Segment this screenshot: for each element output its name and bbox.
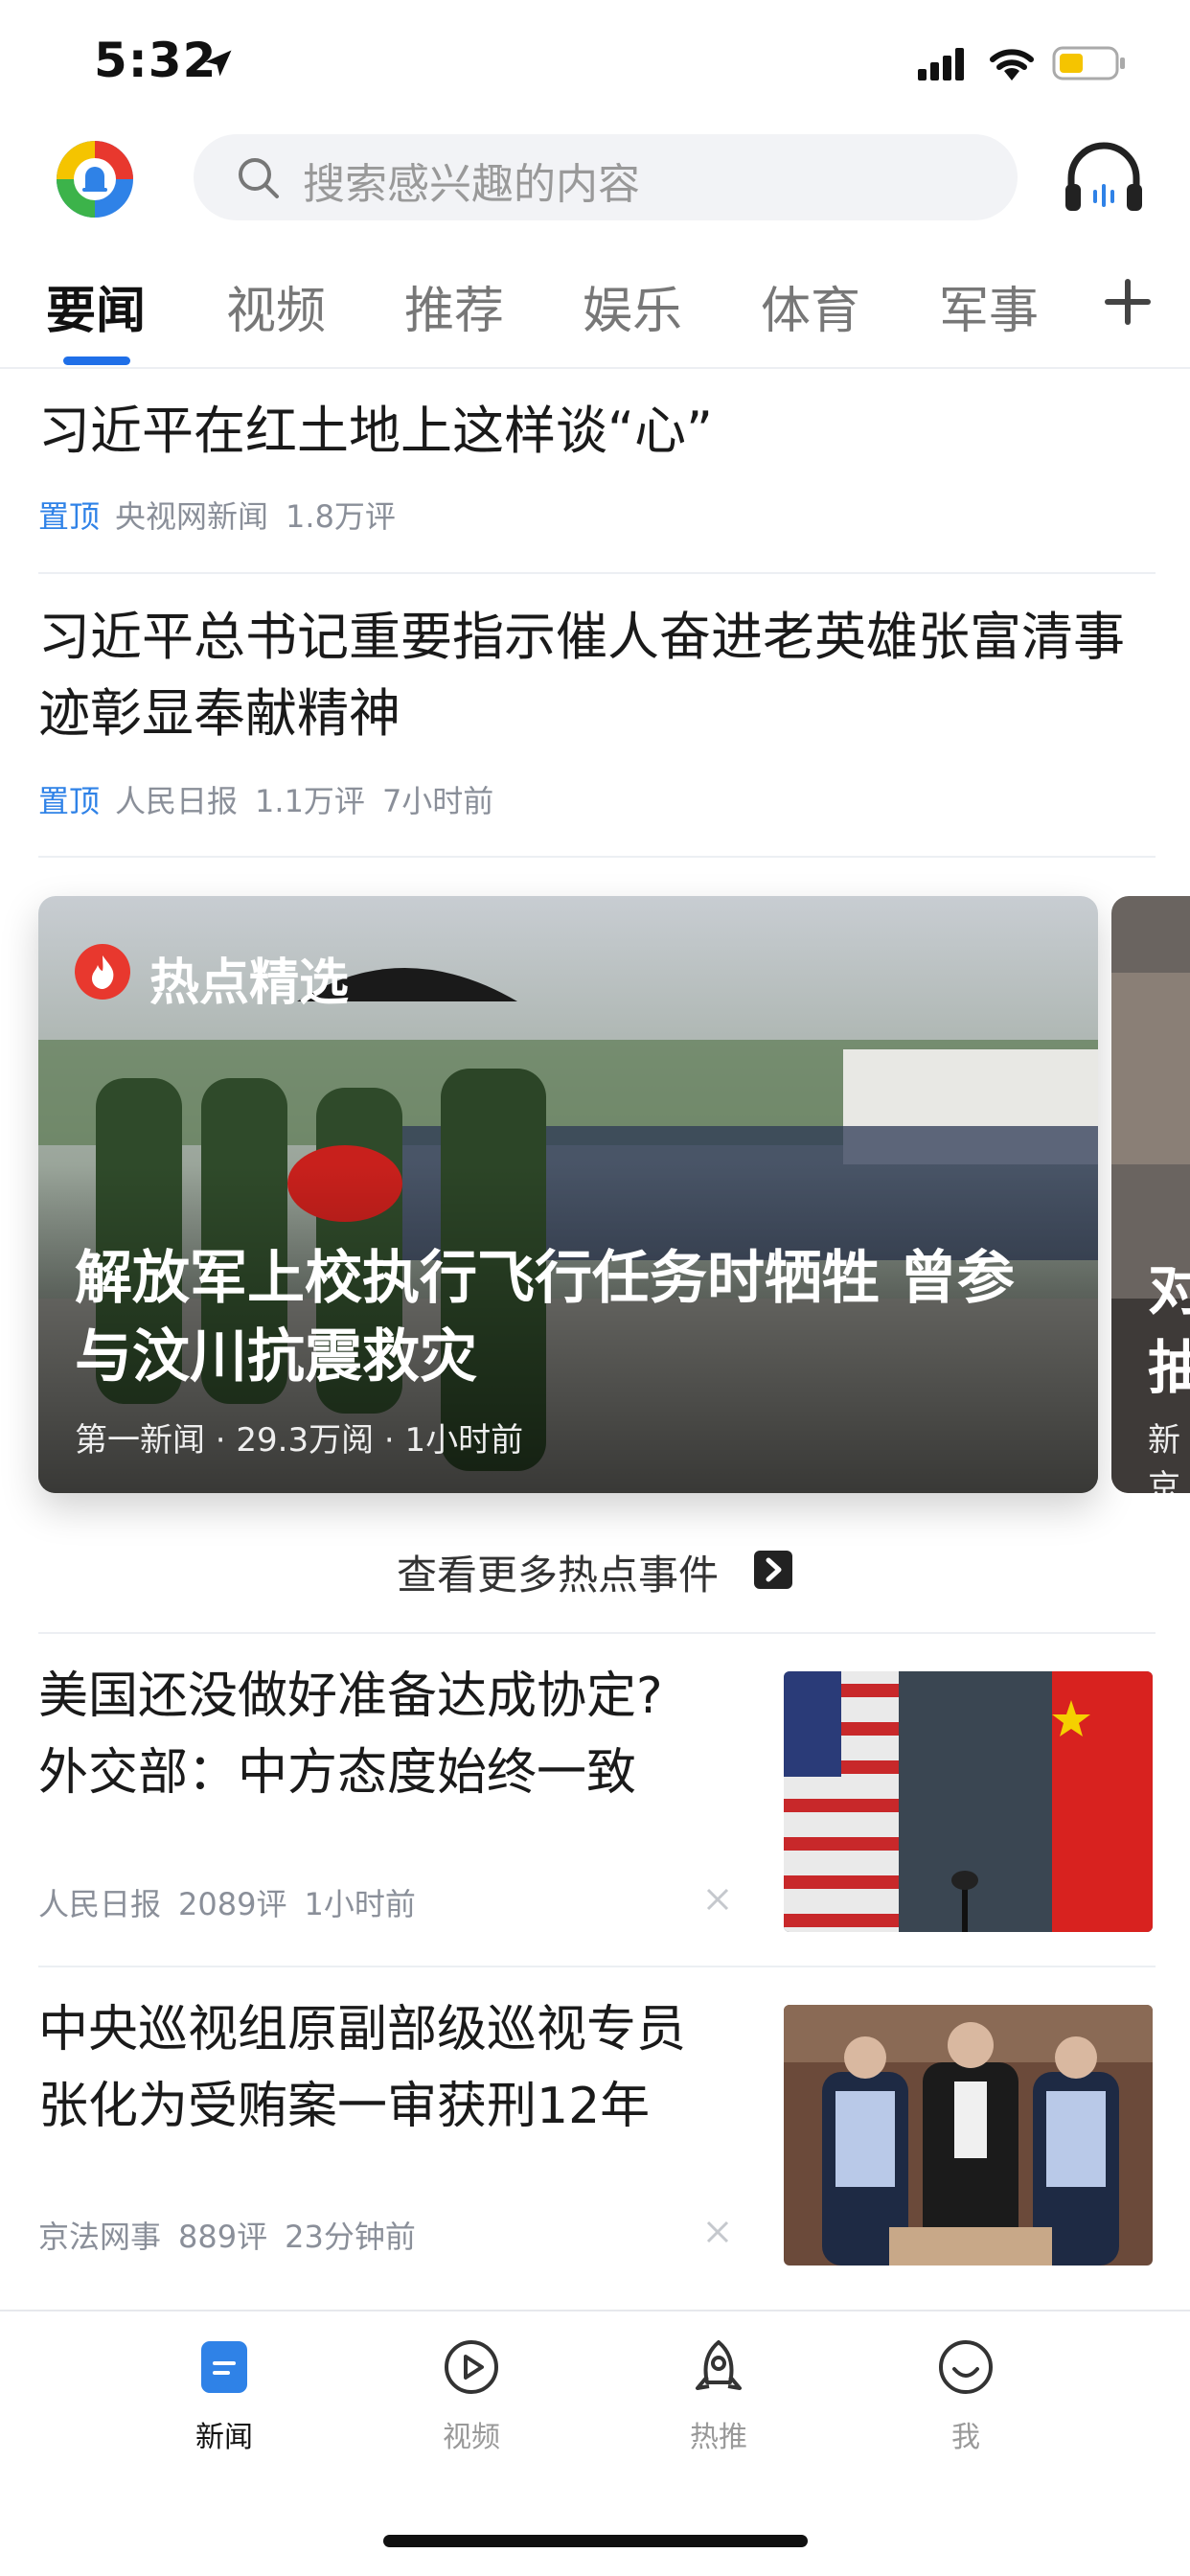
hot-topic-card-next[interactable]: 对 抽 新京 — [1111, 896, 1190, 1493]
article-thumbnail[interactable] — [784, 2005, 1153, 2266]
search-input[interactable]: 搜索感兴趣的内容 — [303, 150, 640, 211]
tab-military[interactable]: 军事 — [939, 270, 1039, 342]
article-title[interactable]: 美国还没做好准备达成协定?外交部：中方态度始终一致 — [38, 1658, 709, 1811]
article-source: 人民日报 — [38, 1886, 162, 1922]
status-time: 5:32 — [94, 33, 217, 88]
tab-entertainment[interactable]: 娱乐 — [583, 270, 682, 342]
article-comments: 1.8万评 — [286, 498, 396, 535]
article-comments: 1.1万评 — [255, 783, 365, 819]
nav-video-label: 视频 — [443, 2421, 500, 2454]
cellular-signal-icon — [918, 48, 972, 84]
chevron-right-icon[interactable] — [754, 1551, 792, 1589]
hot-badge-label: 热点精选 — [149, 954, 350, 1012]
article-meta: 置顶 人民日报 1.1万评 7小时前 — [38, 777, 511, 821]
divider — [38, 1966, 1156, 1967]
fire-icon — [75, 944, 130, 1000]
article-source: 央视网新闻 — [115, 498, 269, 535]
tab-headlines[interactable]: 要闻 — [46, 270, 146, 342]
tabs-divider — [0, 367, 1190, 369]
article-comments: 889评 — [178, 2219, 268, 2255]
headphones-icon[interactable] — [1064, 142, 1144, 215]
article-thumbnail[interactable] — [784, 1671, 1153, 1932]
article-comments: 2089评 — [178, 1886, 287, 1922]
article-time: 7小时前 — [381, 783, 494, 819]
hot-topic-card[interactable]: 热点精选 解放军上校执行飞行任务时牺牲 曾参与汶川抗震救灾 第一新闻 · 29.… — [38, 896, 1098, 1493]
divider — [38, 1632, 1156, 1634]
article-time: 1小时前 — [304, 1886, 416, 1922]
dismiss-icon[interactable] — [703, 1885, 732, 1914]
divider — [38, 856, 1156, 858]
app-logo-icon — [57, 141, 133, 218]
tab-sports[interactable]: 体育 — [761, 270, 860, 342]
next-card-meta: 新京 — [1148, 1421, 1180, 1493]
nav-trending-label: 热推 — [690, 2421, 747, 2454]
article-title[interactable]: 中央巡视组原副部级巡视专员张化为受贿案一审获刑12年 — [38, 1991, 709, 2145]
article-source: 京法网事 — [38, 2219, 162, 2255]
smiley-icon — [939, 2340, 993, 2394]
bottom-nav-divider — [0, 2310, 1190, 2312]
hot-meta: 第一新闻 · 29.3万阅 · 1小时前 — [75, 1421, 524, 1460]
pinned-label: 置顶 — [38, 783, 101, 819]
more-hot-events-link[interactable]: 查看更多热点事件 — [397, 1543, 719, 1601]
active-tab-indicator — [63, 356, 130, 365]
article-title[interactable]: 习近平在红土地上这样谈“心” — [38, 393, 1159, 470]
article-title[interactable]: 习近平总书记重要指示催人奋进老英雄张富清事迹彰显奉献精神 — [38, 599, 1159, 752]
wifi-icon — [990, 49, 1034, 80]
search-icon — [239, 158, 279, 198]
nav-me-label: 我 — [951, 2421, 980, 2454]
news-icon — [201, 2341, 247, 2393]
location-arrow-icon — [205, 50, 232, 77]
divider — [38, 572, 1156, 574]
pinned-label: 置顶 — [38, 498, 101, 535]
nav-news-label: 新闻 — [195, 2421, 253, 2454]
next-card-title: 对 抽 — [1148, 1256, 1190, 1402]
dismiss-icon[interactable] — [703, 2218, 732, 2246]
rocket-icon — [696, 2340, 742, 2390]
article-time: 23分钟前 — [285, 2219, 416, 2255]
article-meta: 置顶 央视网新闻 1.8万评 — [38, 493, 413, 537]
tab-recommend[interactable]: 推荐 — [404, 270, 504, 342]
tab-video[interactable]: 视频 — [226, 270, 326, 342]
article-source: 人民日报 — [115, 783, 239, 819]
article-meta: 京法网事 889评 23分钟前 — [38, 2213, 433, 2257]
hot-title: 解放军上校执行飞行任务时牺牲 曾参与汶川抗震救灾 — [75, 1245, 1015, 1391]
battery-icon — [1052, 46, 1125, 80]
add-tab-icon[interactable] — [1102, 276, 1154, 328]
home-indicator[interactable] — [383, 2535, 808, 2547]
article-meta: 人民日报 2089评 1小时前 — [38, 1880, 433, 1924]
play-icon — [445, 2340, 498, 2394]
